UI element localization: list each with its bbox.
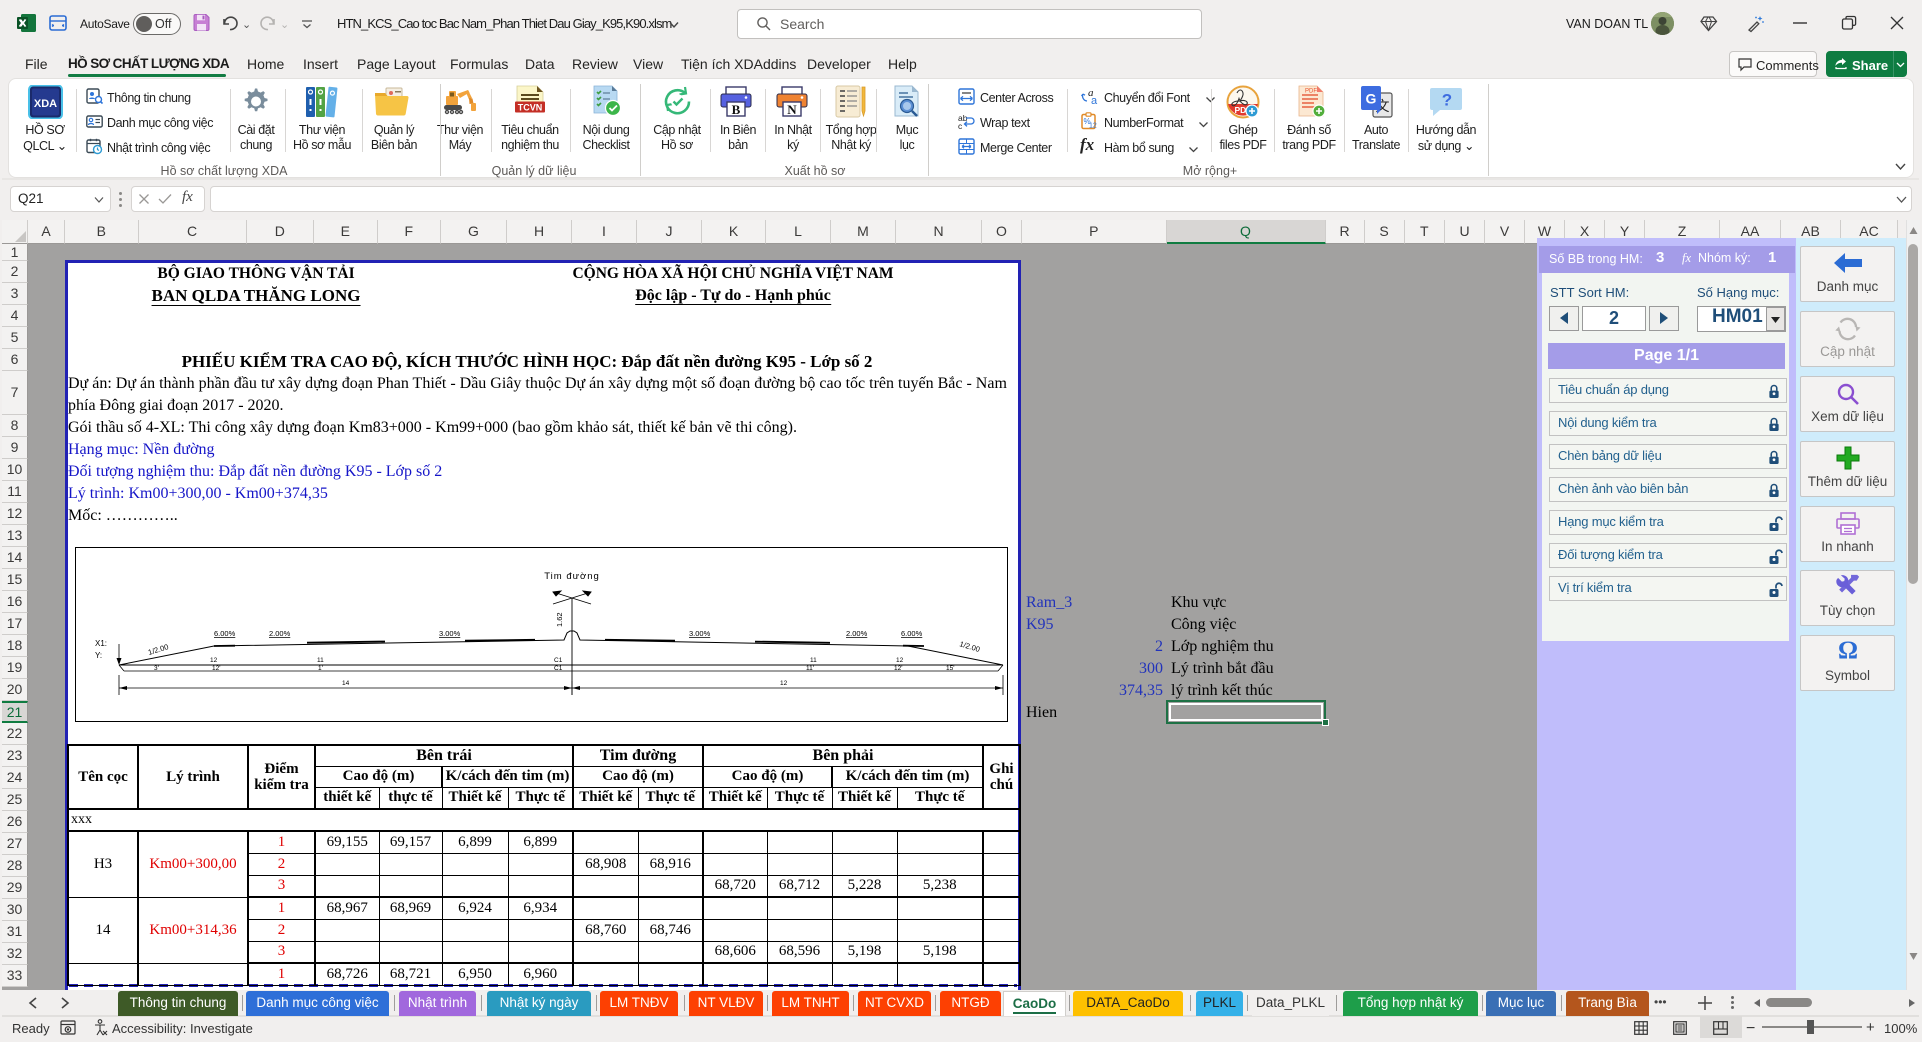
svg-text:?: ? bbox=[1442, 91, 1452, 110]
svg-text:3.00%: 3.00% bbox=[689, 629, 711, 638]
svg-text:TCVN: TCVN bbox=[518, 103, 543, 113]
svg-text:15': 15' bbox=[946, 665, 954, 672]
svg-text:12': 12' bbox=[894, 665, 902, 672]
svg-text:B: B bbox=[732, 102, 741, 117]
svg-text:11: 11 bbox=[810, 657, 817, 664]
svg-text:Y:: Y: bbox=[95, 651, 102, 660]
svg-text:12': 12' bbox=[212, 665, 220, 672]
svg-text:2.00%: 2.00% bbox=[269, 629, 291, 638]
svg-text:12: 12 bbox=[1089, 123, 1097, 130]
svg-text:11: 11 bbox=[317, 657, 324, 664]
svg-text:1.62: 1.62 bbox=[555, 612, 564, 627]
svg-text:C1: C1 bbox=[554, 657, 563, 664]
svg-text:XDA: XDA bbox=[34, 98, 57, 110]
svg-text:a: a bbox=[1091, 95, 1098, 106]
svg-text:3.00%: 3.00% bbox=[439, 629, 461, 638]
svg-text:C1: C1 bbox=[554, 665, 563, 672]
svg-text:3': 3' bbox=[154, 665, 159, 672]
svg-text:Tim đường: Tim đường bbox=[544, 571, 600, 582]
svg-text:12: 12 bbox=[210, 657, 218, 664]
svg-text:2.00%: 2.00% bbox=[846, 629, 868, 638]
svg-text:N: N bbox=[787, 102, 797, 117]
svg-text:1': 1' bbox=[318, 665, 323, 672]
svg-text:6.00%: 6.00% bbox=[901, 629, 923, 638]
svg-text:12: 12 bbox=[896, 657, 904, 664]
svg-text:G: G bbox=[1366, 91, 1377, 107]
svg-text:12: 12 bbox=[780, 680, 788, 687]
svg-text:PDF: PDF bbox=[1305, 89, 1317, 95]
svg-text:X1:: X1: bbox=[95, 639, 107, 648]
svg-text:14: 14 bbox=[342, 680, 350, 687]
svg-text:11': 11' bbox=[806, 665, 814, 672]
svg-text:6.00%: 6.00% bbox=[214, 629, 236, 638]
